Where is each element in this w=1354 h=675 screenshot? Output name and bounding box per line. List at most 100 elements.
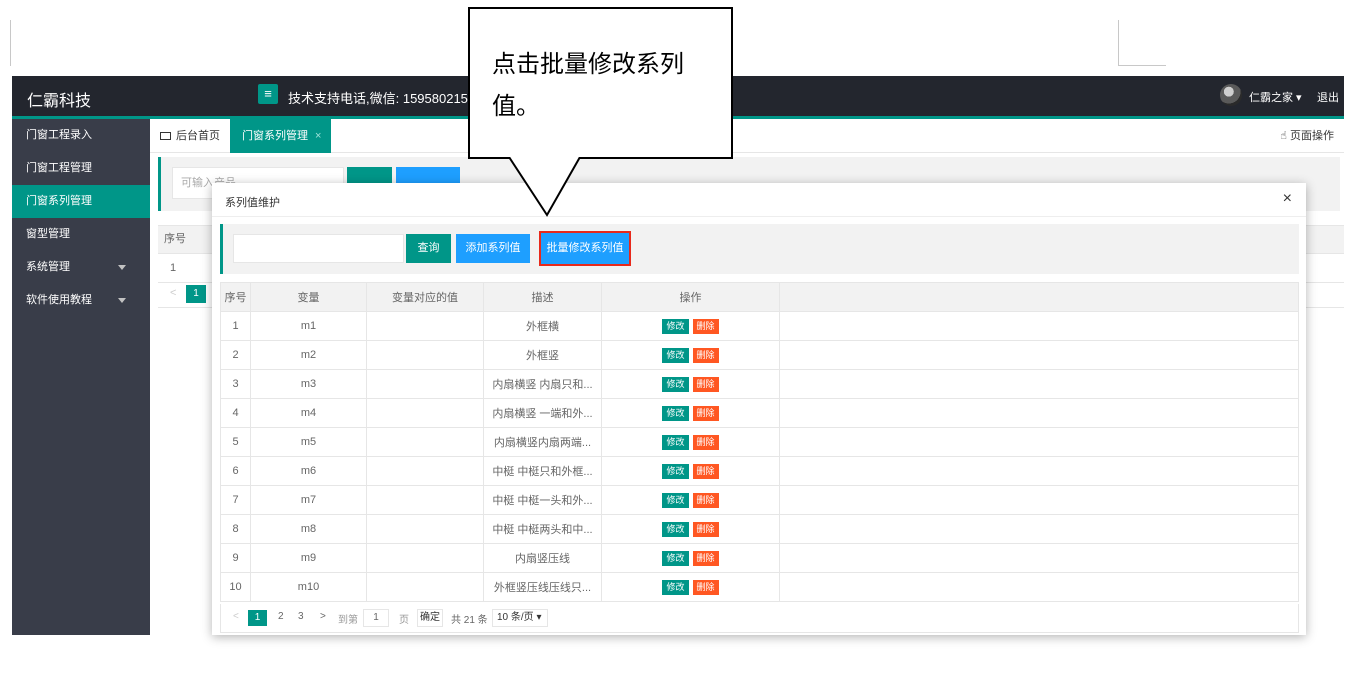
cell-seq: 1 [220, 311, 251, 341]
close-icon[interactable]: × [315, 130, 321, 142]
delete-button[interactable]: 删除 [692, 318, 719, 334]
delete-button[interactable]: 删除 [692, 405, 719, 421]
cell-variable: m4 [250, 398, 367, 428]
delete-button[interactable]: 删除 [692, 376, 719, 392]
app-logo: 仁霸科技 [27, 93, 92, 110]
cell-value [366, 398, 484, 428]
user-menu[interactable]: 仁霸之家 ▾ [1249, 89, 1302, 105]
search-input[interactable] [233, 234, 404, 263]
modal-header: 系列值维护 × [212, 183, 1306, 217]
hand-icon: ☝ [1280, 130, 1290, 142]
instruction-callout: 点击批量修改系列值。 [468, 7, 733, 159]
cell-actions: 修改 删除 [601, 572, 780, 602]
cell-description: 内扇竖压线 [483, 543, 602, 573]
close-icon[interactable]: × [1283, 191, 1292, 207]
sidebar-item-project-management[interactable]: 门窗工程管理 [12, 152, 150, 185]
support-contact: 技术支持电话,微信: 15958021543 [288, 91, 483, 106]
pager-goto-label: 到第 [338, 615, 358, 626]
cell-variable: m6 [250, 456, 367, 486]
page-operations[interactable]: ☝ 页面操作 [1280, 119, 1334, 153]
sidebar-item-label: 门窗系列管理 [26, 195, 92, 207]
cell-variable: m8 [250, 514, 367, 544]
pager-next-icon[interactable]: > [320, 611, 326, 622]
pager-prev-icon[interactable]: < [233, 611, 239, 622]
delete-button[interactable]: 删除 [692, 521, 719, 537]
cell-actions: 修改 删除 [601, 369, 780, 399]
cell-actions: 修改 删除 [601, 398, 780, 428]
edit-button[interactable]: 修改 [662, 579, 689, 595]
cell-seq: 7 [220, 485, 251, 515]
tab-series-management[interactable]: 门窗系列管理 × [230, 119, 331, 153]
cell-description: 外框竖压线压线只... [483, 572, 602, 602]
cell-value [366, 311, 484, 341]
delete-button[interactable]: 删除 [692, 550, 719, 566]
delete-button[interactable]: 删除 [692, 463, 719, 479]
cell-variable: m9 [250, 543, 367, 573]
edit-button[interactable]: 修改 [662, 376, 689, 392]
edit-button[interactable]: 修改 [662, 492, 689, 508]
series-value-table: 序号 变量 变量对应的值 描述 操作 1 m1 外框横 修改 删除 2 m2 外框竖 修改 删除 3… [220, 282, 1299, 602]
cell-filler [779, 398, 1299, 428]
batch-edit-series-value-button[interactable]: 批量修改系列值 [539, 231, 631, 266]
sidebar-item-window-types[interactable]: 窗型管理 [12, 218, 150, 251]
cell-filler [779, 456, 1299, 486]
cell-actions: 修改 删除 [601, 485, 780, 515]
pager-page-3[interactable]: 3 [298, 611, 304, 622]
pager-page-2[interactable]: 2 [278, 611, 284, 622]
cell-actions: 修改 删除 [601, 427, 780, 457]
pager-total: 共 21 条 [451, 615, 488, 626]
table-row: 9 m9 内扇竖压线 修改 删除 [220, 543, 1299, 573]
edit-button[interactable]: 修改 [662, 521, 689, 537]
delete-button[interactable]: 删除 [692, 347, 719, 363]
column-header-description: 描述 [483, 282, 602, 312]
cell-description: 内扇横竖 一端和外... [483, 398, 602, 428]
corner-mark-left [10, 20, 11, 66]
cell-filler [779, 311, 1299, 341]
edit-button[interactable]: 修改 [662, 434, 689, 450]
cell-seq: 8 [220, 514, 251, 544]
sidebar-item-series-management[interactable]: 门窗系列管理 [12, 185, 150, 218]
pager-confirm-button[interactable]: 确定 [417, 609, 443, 627]
cell-value [366, 514, 484, 544]
pager-goto-input[interactable]: 1 [363, 609, 389, 627]
edit-button[interactable]: 修改 [662, 463, 689, 479]
edit-button[interactable]: 修改 [662, 405, 689, 421]
table-row: 1 m1 外框横 修改 删除 [220, 311, 1299, 341]
screenshot-page: 仁霸科技 ≡ 技术支持电话,微信: 15958021543 仁霸之家 ▾ 退出 … [0, 0, 1354, 675]
cell-value [366, 427, 484, 457]
edit-button[interactable]: 修改 [662, 318, 689, 334]
cell-description: 内扇横竖内扇两端... [483, 427, 602, 457]
sidebar-item-tutorial[interactable]: 软件使用教程 [12, 284, 150, 317]
background-pager-prev[interactable]: < [170, 287, 176, 299]
cell-description: 外框横 [483, 311, 602, 341]
pager-page-1[interactable]: 1 [248, 610, 267, 626]
query-button[interactable]: 查询 [406, 234, 451, 263]
sidebar-item-label: 软件使用教程 [26, 294, 92, 306]
background-seq-header: 序号 [164, 233, 186, 245]
callout-pointer [508, 157, 581, 217]
cell-variable: m2 [250, 340, 367, 370]
delete-button[interactable]: 删除 [692, 434, 719, 450]
cell-description: 外框竖 [483, 340, 602, 370]
edit-button[interactable]: 修改 [662, 347, 689, 363]
cell-seq: 2 [220, 340, 251, 370]
cell-description: 中梃 中梃一头和外... [483, 485, 602, 515]
add-series-value-button[interactable]: 添加系列值 [456, 234, 530, 263]
sidebar-item-system[interactable]: 系统管理 [12, 251, 150, 284]
background-pager-page[interactable]: 1 [186, 285, 206, 303]
pager-per-page-select[interactable]: 10 条/页 ▾ [492, 609, 548, 627]
user-avatar[interactable] [1220, 84, 1242, 106]
cell-seq: 4 [220, 398, 251, 428]
cell-value [366, 572, 484, 602]
background-row-seq: 1 [170, 262, 177, 274]
tab-home[interactable]: 后台首页 [160, 119, 220, 153]
edit-button[interactable]: 修改 [662, 550, 689, 566]
delete-button[interactable]: 删除 [692, 579, 719, 595]
menu-toggle-icon[interactable]: ≡ [258, 84, 278, 104]
cell-actions: 修改 删除 [601, 311, 780, 341]
callout-text: 点击批量修改系列值。 [492, 50, 684, 120]
cell-filler [779, 514, 1299, 544]
logout-link[interactable]: 退出 [1317, 89, 1339, 105]
sidebar-item-project-entry[interactable]: 门窗工程录入 [12, 119, 150, 152]
delete-button[interactable]: 删除 [692, 492, 719, 508]
